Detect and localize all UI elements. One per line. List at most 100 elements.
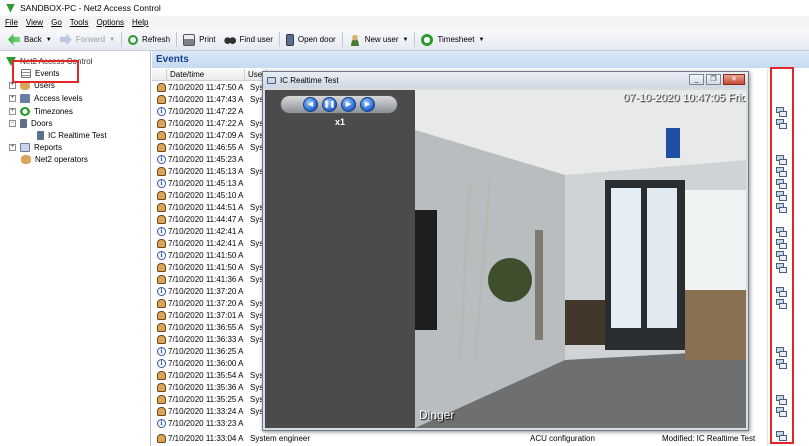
app-logo-icon [6,3,15,13]
event-datetime: 7/10/2020 11:41:36 A [168,274,244,284]
event-datetime: 7/10/2020 11:45:23 A [168,154,244,164]
expand-icon[interactable]: + [9,82,16,89]
expand-icon[interactable]: + [9,108,16,115]
minimize-button[interactable]: _ [689,74,704,85]
rewind-button[interactable]: ◀ [303,97,318,112]
person-icon [157,298,166,308]
info-icon: i [157,154,166,164]
fast-forward-button[interactable]: ▶ [360,97,375,112]
close-button[interactable]: ✕ [723,74,745,85]
pause-button[interactable]: ❚❚ [322,97,337,112]
menu-file[interactable]: File [5,18,18,27]
menu-go[interactable]: Go [51,18,62,27]
tree-item-doors[interactable]: − Doors [9,118,52,129]
event-datetime: 7/10/2020 11:47:22 A [168,106,244,116]
expand-icon[interactable]: + [9,144,16,151]
menu-options[interactable]: Options [96,18,124,27]
info-icon: i [157,178,166,188]
print-button[interactable]: Print [179,31,219,49]
event-datetime: 7/10/2020 11:45:13 A [168,166,244,176]
access-levels-icon [20,94,30,103]
refresh-icon [128,34,139,45]
info-icon: i [157,286,166,296]
event-datetime: 7/10/2020 11:37:20 A [168,298,244,308]
tree-item-timezones[interactable]: + Timezones [9,106,73,117]
event-datetime: 7/10/2020 11:37:20 A [168,286,244,296]
person-icon [157,166,166,176]
timesheet-button[interactable]: Timesheet ▼ [417,31,488,49]
event-datetime: 7/10/2020 11:37:01 A [168,310,244,320]
person-icon [157,406,166,416]
open-door-button[interactable]: Open door [282,31,340,49]
tree-item-reports[interactable]: + Reports [9,142,62,153]
person-icon [157,394,166,404]
expand-icon[interactable]: + [9,95,16,102]
forward-button[interactable]: Forward ▼ [56,31,119,49]
person-icon [157,274,166,284]
person-icon [157,370,166,380]
reports-icon [20,143,30,152]
restore-button[interactable]: ❐ [706,74,721,85]
info-icon: i [157,106,166,116]
chevron-down-icon: ▼ [478,36,485,43]
clock-icon [20,107,30,116]
event-datetime: 7/10/2020 11:41:50 A [168,250,244,260]
event-datetime: 7/10/2020 11:41:50 A [168,262,244,272]
person-icon [157,433,166,443]
video-window-title: IC Realtime Test [280,75,339,85]
info-icon: i [157,358,166,368]
person-icon [157,334,166,344]
menu-view[interactable]: View [26,18,43,27]
event-datetime: 7/10/2020 11:47:22 A [168,118,244,128]
menu-help[interactable]: Help [132,18,148,27]
clock-icon [421,33,434,46]
person-icon [157,214,166,224]
playback-panel: ◀ ❚❚ ▶ ▶ x1 [265,90,415,428]
status-column-highlight-box [770,67,794,444]
binoculars-icon [223,33,236,46]
back-arrow-icon [8,33,20,46]
person-icon [157,118,166,128]
forward-arrow-icon [59,33,72,46]
play-button[interactable]: ▶ [341,97,356,112]
new-user-icon [348,33,361,46]
event-datetime: 7/10/2020 11:46:55 A [168,142,244,152]
person-icon [157,190,166,200]
tree-item-ic-realtime-test[interactable]: IC Realtime Test [37,130,107,141]
printer-icon [183,33,196,46]
column-header-datetime[interactable]: Date/time [167,69,245,81]
door-icon [20,119,27,128]
operators-icon [21,155,31,164]
event-datetime: 7/10/2020 11:33:23 A [168,418,244,428]
toolbar-separator [341,32,343,47]
tree-item-net2-operators[interactable]: Net2 operators [21,154,88,165]
toolbar: Back ▼ Forward ▼ Refresh Print Find user O… [0,29,809,51]
person-icon [157,130,166,140]
find-user-button[interactable]: Find user [220,31,277,49]
column-header-icon[interactable] [152,69,167,81]
event-datetime: 7/10/2020 11:44:51 A [168,202,244,212]
person-icon [157,238,166,248]
event-datetime: 7/10/2020 11:35:54 A [168,370,244,380]
person-icon [157,322,166,332]
door-icon [37,131,44,140]
event-datetime: 7/10/2020 11:45:13 A [168,178,244,188]
table-row[interactable]: 7/10/2020 11:33:04 A System engineer ACU… [152,432,809,444]
menu-tools[interactable]: Tools [70,18,89,27]
new-user-button[interactable]: New user ▼ [345,31,413,49]
video-window-titlebar[interactable]: IC Realtime Test _ ❐ ✕ [263,72,748,88]
refresh-button[interactable]: Refresh [124,31,174,49]
event-datetime: 7/10/2020 11:36:55 A [168,322,244,332]
info-icon: i [157,418,166,428]
video-window[interactable]: IC Realtime Test _ ❐ ✕ ◀ ❚❚ ▶ ▶ x1 07-10… [262,71,749,431]
back-button[interactable]: Back ▼ [4,31,56,49]
person-icon [157,382,166,392]
event-datetime: 7/10/2020 11:42:41 A [168,226,244,236]
event-datetime: 7/10/2020 11:42:41 A [168,238,244,248]
tree-item-access-levels[interactable]: + Access levels [9,93,82,104]
camera-feed-image [415,90,746,428]
event-datetime: 7/10/2020 11:35:36 A [168,382,244,392]
person-icon [157,202,166,212]
collapse-icon[interactable]: − [9,120,16,127]
person-icon [157,94,166,104]
